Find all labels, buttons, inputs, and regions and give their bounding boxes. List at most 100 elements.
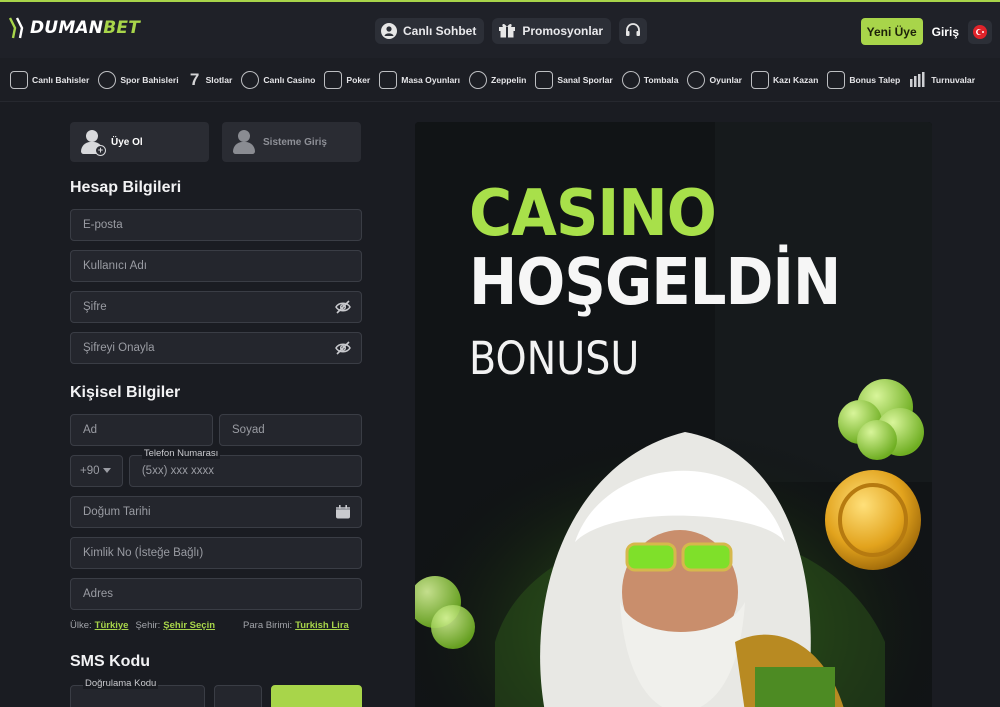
category-label: Canlı Casino <box>263 74 316 85</box>
category-label: Spor Bahisleri <box>120 74 179 85</box>
password-confirm-field[interactable]: Şifreyi Onayla <box>70 332 362 364</box>
top-header: DUMANBET Canlı Sohbet Promosyonlar Yeni … <box>0 0 1000 58</box>
category-label: Canlı Bahisler <box>32 74 90 85</box>
password-confirm-placeholder: Şifreyi Onayla <box>83 342 155 354</box>
support-button[interactable] <box>619 18 648 44</box>
signup-button[interactable]: Yeni Üye <box>860 18 923 45</box>
registration-form: + Üye Ol Sisteme Giriş Hesap Bilgileri E… <box>70 122 362 707</box>
page: DUMANBET Canlı Sohbet Promosyonlar Yeni … <box>0 0 1000 707</box>
logo-text: DUMANBET <box>30 18 140 38</box>
banner-title-line1: CASINO <box>469 177 717 251</box>
support-agent-icon <box>381 23 397 39</box>
category-label: Poker <box>346 74 371 85</box>
category-scratch[interactable]: Kazı Kazan <box>750 70 818 89</box>
country-link[interactable]: Türkiye <box>95 620 129 631</box>
tab-login-label: Sisteme Giriş <box>263 136 327 148</box>
verification-label: Doğrulama Kodu <box>83 678 159 689</box>
form-tabs: + Üye Ol Sisteme Giriş <box>70 122 362 162</box>
sms-timer <box>213 685 262 707</box>
calendar-icon[interactable] <box>335 505 351 519</box>
turkey-flag-icon <box>973 24 987 39</box>
login-button[interactable]: Giriş <box>929 18 962 45</box>
category-poker[interactable]: Poker <box>324 70 371 89</box>
chevron-down-icon <box>102 465 111 477</box>
eye-off-icon[interactable] <box>335 300 351 314</box>
bingo-icon <box>621 70 640 89</box>
category-zeppelin[interactable]: Zeppelin <box>469 70 527 89</box>
soccer-ball-icon <box>98 70 117 89</box>
banner-title-line3: BONUSU <box>469 332 640 385</box>
eye-off-icon[interactable] <box>335 341 351 355</box>
language-selector[interactable] <box>968 19 992 44</box>
category-slots[interactable]: 7 Slotlar <box>188 70 232 89</box>
currency-link[interactable]: Turkish Lira <box>295 620 349 631</box>
sms-row: Doğrulama Kodu <box>70 678 362 707</box>
verification-code-field[interactable]: Doğrulama Kodu <box>70 678 205 707</box>
category-nav: Canlı Bahisler Spor Bahisleri 7 Slotlar C… <box>0 58 1000 102</box>
bonus-icon <box>827 70 846 89</box>
tab-signup-label: Üye Ol <box>111 136 143 148</box>
category-sports-bets[interactable]: Spor Bahisleri <box>98 70 179 89</box>
logo[interactable]: DUMANBET <box>8 16 140 40</box>
category-live-casino[interactable]: Canlı Casino <box>241 70 316 89</box>
gift-icon <box>498 22 516 41</box>
chips-icon <box>241 70 260 89</box>
first-name-field[interactable]: Ad <box>70 414 213 446</box>
category-label: Zeppelin <box>491 74 527 85</box>
username-field[interactable]: Kullanıcı Adı <box>70 250 362 282</box>
city-link[interactable]: Şehir Seçin <box>163 620 215 631</box>
tab-login[interactable]: Sisteme Giriş <box>222 122 361 162</box>
category-label: Bonus Talep <box>849 74 901 85</box>
sms-code-title: SMS Kodu <box>70 653 150 670</box>
phone-code-select[interactable]: +90 <box>70 455 123 487</box>
category-tournaments[interactable]: Turnuvalar <box>909 71 975 89</box>
country-label: Ülke: <box>70 620 92 631</box>
header-right-nav: Yeni Üye Giriş <box>860 18 992 45</box>
zeppelin-icon <box>469 70 488 89</box>
category-games[interactable]: Oyunlar <box>687 70 742 89</box>
category-virtual-sports[interactable]: Sanal Sporlar <box>535 70 613 89</box>
promotions-label: Promosyonlar <box>522 24 604 38</box>
phone-field[interactable]: Telefon Numarası (5xx) xxx xxxx <box>128 448 362 487</box>
phone-placeholder: (5xx) xxx xxxx <box>141 465 215 477</box>
category-bingo[interactable]: Tombala <box>621 70 679 89</box>
headset-icon <box>624 22 642 41</box>
live-chat-button[interactable]: Canlı Sohbet <box>375 18 485 44</box>
header-center-nav: Canlı Sohbet Promosyonlar <box>375 18 648 44</box>
promo-banner[interactable]: CASINO HOŞGELDİN BONUSU <box>415 122 932 707</box>
currency-label: Para Birimi: <box>243 620 293 631</box>
virtual-sports-icon <box>535 70 554 89</box>
category-label: Tombala <box>643 74 679 85</box>
logo-text-accent: BET <box>103 18 140 38</box>
birthdate-field[interactable]: Doğum Tarihi <box>70 496 362 528</box>
games-icon <box>687 70 706 89</box>
send-code-button[interactable] <box>270 685 362 707</box>
promotions-button[interactable]: Promosyonlar <box>492 18 612 44</box>
live-bet-icon <box>10 70 28 89</box>
password-field[interactable]: Şifre <box>70 291 362 323</box>
category-table-games[interactable]: Masa Oyunları <box>379 70 460 89</box>
email-field[interactable]: E-posta <box>70 209 362 241</box>
id-number-field[interactable]: Kimlik No (İsteğe Bağlı) <box>70 537 362 569</box>
add-user-icon: + <box>81 130 106 156</box>
password-placeholder: Şifre <box>83 301 107 313</box>
account-info-title: Hesap Bilgileri <box>70 179 182 196</box>
category-live-bets[interactable]: Canlı Bahisler <box>10 70 90 89</box>
logo-mark-icon <box>8 16 26 40</box>
phone-row: +90 Telefon Numarası (5xx) xxx xxxx <box>70 448 362 487</box>
user-icon <box>233 130 255 154</box>
category-bonus-request[interactable]: Bonus Talep <box>827 70 901 89</box>
category-label: Turnuvalar <box>931 74 976 85</box>
personal-info-title: Kişisel Bilgiler <box>70 384 181 401</box>
category-label: Oyunlar <box>709 74 742 85</box>
logo-text-main: DUMAN <box>30 18 104 38</box>
birthdate-placeholder: Doğum Tarihi <box>83 506 151 518</box>
last-name-field[interactable]: Soyad <box>219 414 362 446</box>
cards-icon <box>324 70 343 89</box>
banner-title-line2: HOŞGELDİN <box>469 246 841 320</box>
address-field[interactable]: Adres <box>70 578 362 610</box>
phone-code-value: +90 <box>80 465 100 477</box>
tab-signup[interactable]: + Üye Ol <box>70 122 209 162</box>
category-label: Sanal Sporlar <box>557 74 613 85</box>
region-settings: Ülke: Türkiye Şehir: Şehir Seçin Para Bi… <box>70 620 362 631</box>
